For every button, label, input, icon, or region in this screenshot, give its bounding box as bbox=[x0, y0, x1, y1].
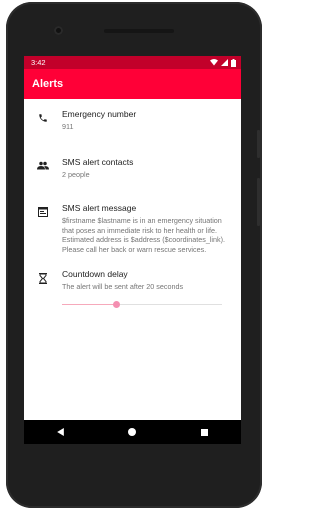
setting-summary: 2 people bbox=[62, 170, 90, 179]
battery-icon bbox=[231, 58, 236, 67]
wifi-icon bbox=[210, 59, 218, 66]
front-camera bbox=[54, 26, 63, 35]
page-title: Alerts bbox=[32, 78, 64, 90]
system-navigation-bar bbox=[24, 420, 241, 444]
back-button[interactable] bbox=[52, 424, 68, 440]
recents-button[interactable] bbox=[197, 424, 213, 440]
setting-countdown-delay[interactable]: Countdown delay The alert will be sent a… bbox=[24, 263, 241, 331]
power-button bbox=[257, 130, 260, 158]
home-button[interactable] bbox=[124, 424, 140, 440]
app-bar: Alerts bbox=[24, 69, 241, 99]
setting-emergency-number[interactable]: Emergency number 911 bbox=[24, 103, 241, 151]
message-icon bbox=[38, 207, 48, 217]
back-icon bbox=[56, 428, 64, 436]
recents-icon bbox=[201, 428, 209, 436]
signal-icon bbox=[221, 59, 228, 66]
status-icons bbox=[210, 58, 236, 67]
people-icon bbox=[37, 161, 49, 170]
setting-summary: The alert will be sent after 20 seconds bbox=[62, 282, 184, 291]
home-icon bbox=[128, 428, 137, 436]
status-bar: 3:42 bbox=[24, 56, 241, 69]
hourglass-icon bbox=[39, 273, 47, 284]
setting-title: SMS alert message bbox=[62, 203, 137, 213]
setting-sms-alert-message[interactable]: SMS alert message $firstname $lastname i… bbox=[24, 197, 241, 263]
earpiece-speaker bbox=[104, 29, 174, 33]
status-time: 3:42 bbox=[31, 58, 46, 67]
setting-title: SMS alert contacts bbox=[62, 157, 134, 167]
setting-title: Emergency number bbox=[62, 109, 137, 119]
setting-summary: $firstname $lastname is in an emergency … bbox=[62, 216, 225, 254]
slider-fill bbox=[62, 303, 117, 305]
setting-summary: 911 bbox=[62, 122, 74, 131]
volume-button bbox=[257, 178, 260, 226]
phone-icon bbox=[39, 114, 47, 122]
setting-sms-alert-contacts[interactable]: SMS alert contacts 2 people bbox=[24, 151, 241, 197]
countdown-slider[interactable] bbox=[62, 300, 222, 309]
setting-title: Countdown delay bbox=[62, 269, 128, 279]
settings-list: Emergency number 911 SMS alert contacts … bbox=[24, 99, 241, 331]
slider-thumb[interactable] bbox=[112, 300, 120, 308]
screen: 3:42 Alerts Emergency number 911 SMS ale… bbox=[24, 56, 241, 420]
